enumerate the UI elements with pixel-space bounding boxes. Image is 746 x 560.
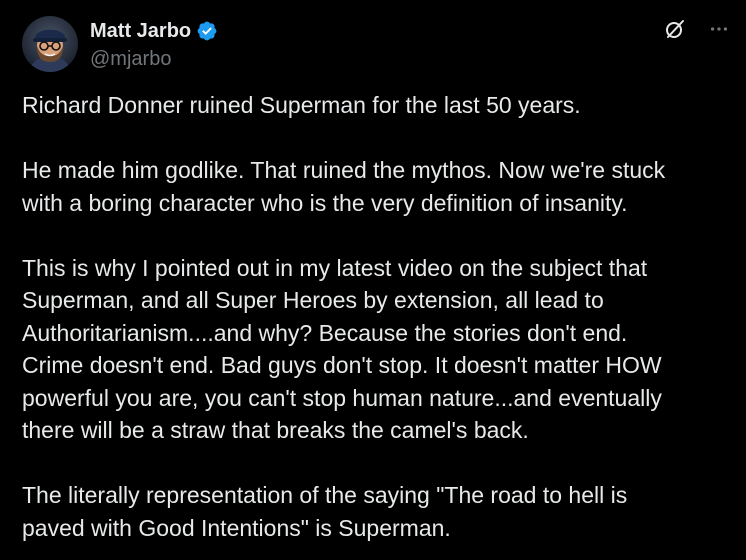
tweet-paragraph: Richard Donner ruined Superman for the l… <box>22 92 581 118</box>
name-row: Matt Jarbo <box>90 18 218 44</box>
tweet-actions <box>662 16 732 42</box>
avatar[interactable] <box>22 16 78 72</box>
avatar-photo-icon <box>22 16 78 72</box>
author-handle[interactable]: @mjarbo <box>90 46 218 72</box>
author-info: Matt Jarbo @mjarbo <box>90 18 218 72</box>
more-options-icon[interactable] <box>706 16 732 42</box>
tweet-text: Richard Donner ruined Superman for the l… <box>22 89 722 544</box>
tweet-paragraph: The literally representation of the sayi… <box>22 482 628 541</box>
tweet-paragraph: He made him godlike. That ruined the myt… <box>22 157 666 216</box>
tweet-paragraph: This is why I pointed out in my latest v… <box>22 254 662 444</box>
author-display-name[interactable]: Matt Jarbo <box>90 18 191 44</box>
tweet-card: Matt Jarbo @mjarbo Richard Donner ruined… <box>0 0 746 560</box>
grok-icon[interactable] <box>662 16 688 42</box>
verified-badge-icon[interactable] <box>196 20 218 42</box>
